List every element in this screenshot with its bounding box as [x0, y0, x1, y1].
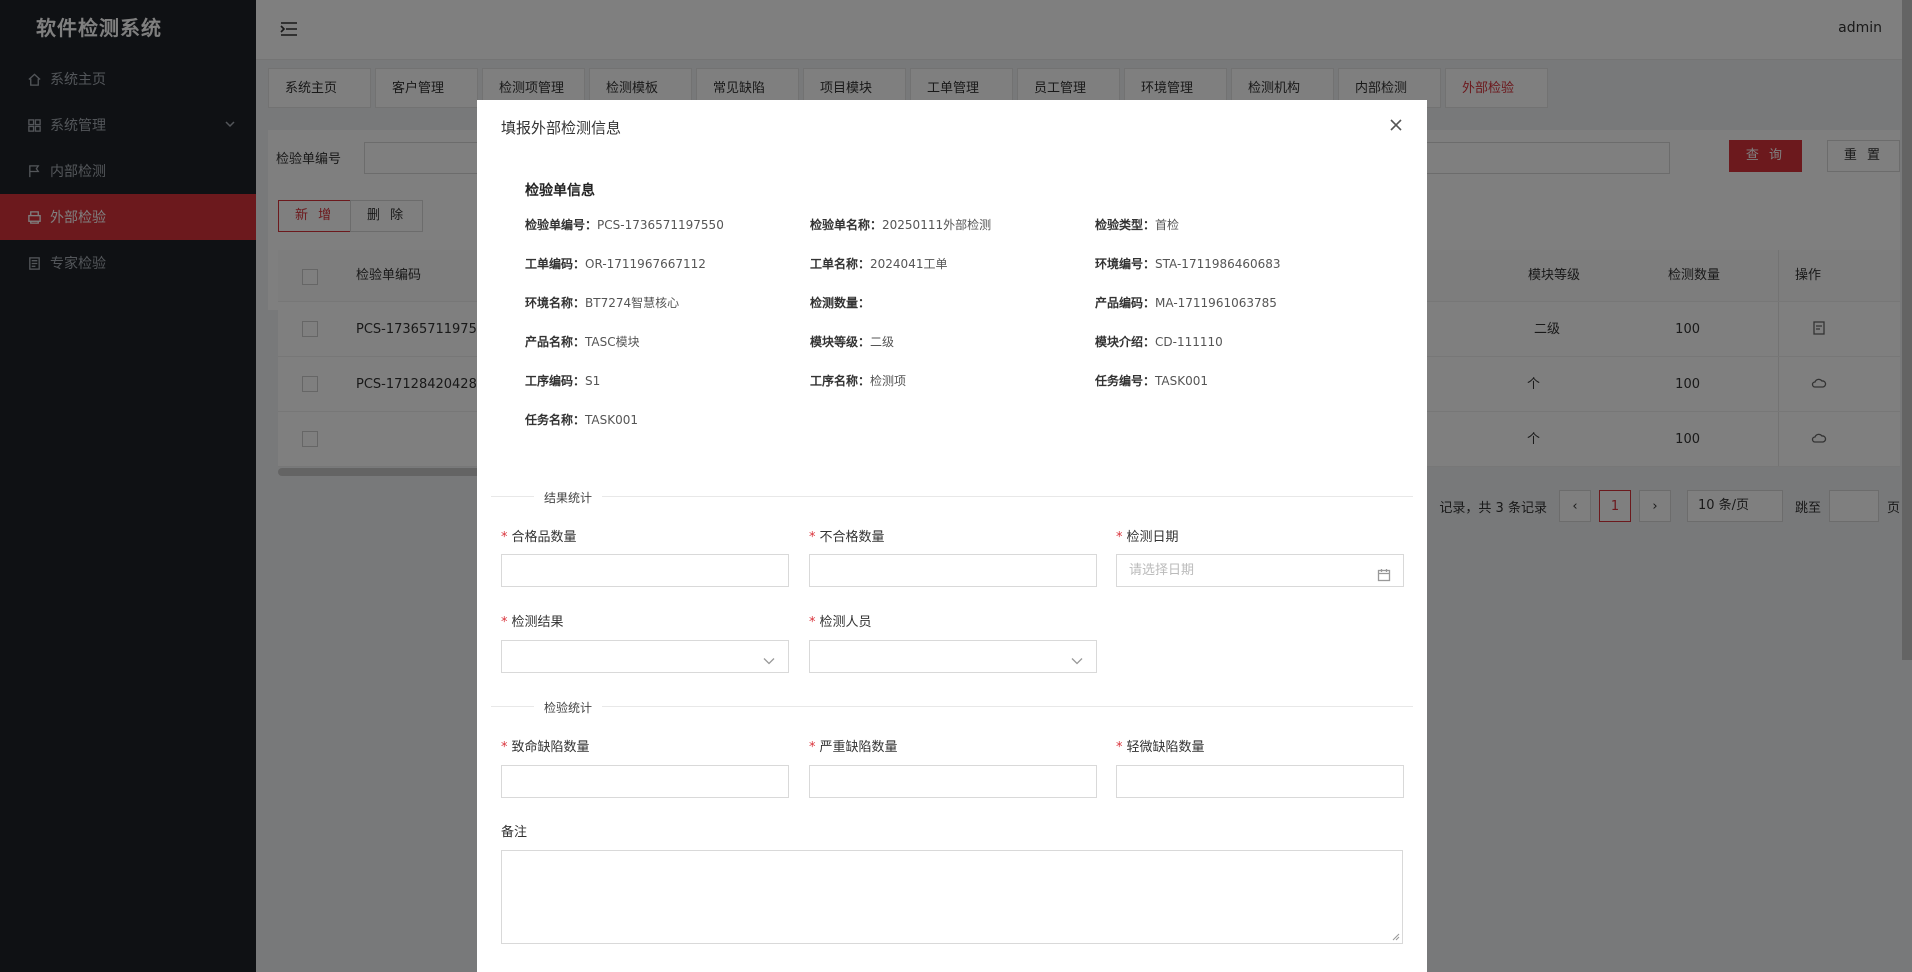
qualified-label: * 合格品数量: [501, 530, 577, 545]
remark-label: 备注: [501, 825, 528, 840]
inspect-divider: [491, 706, 1413, 707]
inspect-section-label: 检验统计: [534, 699, 603, 716]
resize-grip-icon[interactable]: [1392, 933, 1400, 941]
info-item: 检验类型：首检: [1095, 218, 1180, 232]
info-item: 环境编号：STA-1711986460683: [1095, 257, 1281, 271]
info-item: 模块等级：二级: [810, 335, 895, 349]
dialog-title: 填报外部检测信息: [501, 119, 622, 137]
chevron-down-icon: [762, 649, 776, 680]
result-section-label: 结果统计: [534, 489, 603, 506]
inspector-label: * 检测人员: [809, 615, 872, 630]
info-item: 环境名称：BT7274智慧核心: [525, 296, 680, 310]
result-divider: [491, 496, 1413, 497]
calendar-icon: [1377, 563, 1391, 594]
result-select[interactable]: [501, 640, 789, 673]
minor-defect-input[interactable]: [1116, 765, 1404, 798]
fatal-label: * 致命缺陷数量: [501, 740, 590, 755]
info-item: 工单名称：2024041工单: [810, 257, 948, 271]
info-item: 工单编码：OR-1711967667112: [525, 257, 706, 271]
external-inspection-dialog: 填报外部检测信息 检验单信息 检验单编号：PCS-1736571197550 检…: [477, 100, 1427, 972]
qualified-input[interactable]: [501, 554, 789, 587]
info-item: 产品名称：TASC模块: [525, 335, 640, 349]
chevron-down-icon: [1070, 649, 1084, 680]
info-section-title: 检验单信息: [525, 183, 595, 199]
info-item: 检验单编号：PCS-1736571197550: [525, 218, 724, 232]
info-item: 任务编号：TASK001: [1095, 374, 1209, 388]
info-item: 产品编码：MA-1711961063785: [1095, 296, 1277, 310]
info-item: 检测数量：: [810, 296, 871, 310]
minor-label: * 轻微缺陷数量: [1116, 740, 1205, 755]
date-label: * 检测日期: [1116, 530, 1179, 545]
close-icon[interactable]: [1389, 118, 1405, 134]
info-item: 模块介绍：CD-111110: [1095, 335, 1223, 349]
unqualified-input[interactable]: [809, 554, 1097, 587]
result-label: * 检测结果: [501, 615, 564, 630]
info-item: 工序名称：检测项: [810, 374, 907, 388]
serious-defect-input[interactable]: [809, 765, 1097, 798]
info-item: 工序编码：S1: [525, 374, 601, 388]
remark-textarea[interactable]: [501, 850, 1403, 944]
date-picker[interactable]: 请选择日期: [1116, 554, 1404, 587]
fatal-defect-input[interactable]: [501, 765, 789, 798]
date-placeholder: 请选择日期: [1129, 563, 1195, 578]
info-item: 检验单名称：20250111外部检测: [810, 218, 992, 232]
unqualified-label: * 不合格数量: [809, 530, 885, 545]
inspector-select[interactable]: [809, 640, 1097, 673]
serious-label: * 严重缺陷数量: [809, 740, 898, 755]
info-item: 任务名称：TASK001: [525, 413, 639, 427]
